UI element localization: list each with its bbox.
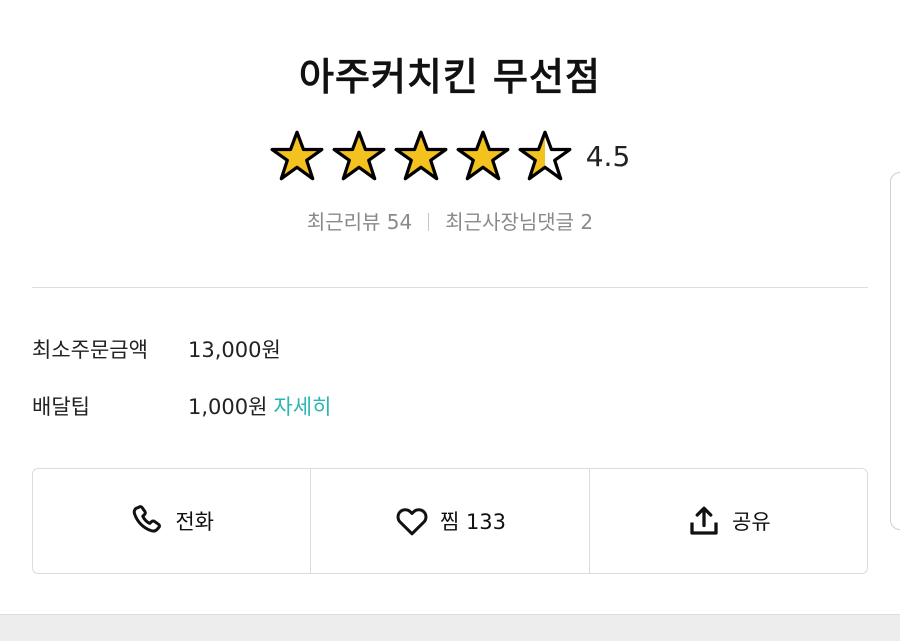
call-button[interactable]: 전화 (33, 469, 310, 573)
share-button[interactable]: 공유 (588, 469, 867, 573)
delivery-tip-label: 배달팁 (32, 395, 90, 419)
min-order-row: 최소주문금액 13,000원 (32, 334, 281, 364)
like-button[interactable]: 찜 133 (310, 469, 588, 573)
rating-value: 4.5 (585, 139, 631, 173)
delivery-tip-row: 배달팁 1,000원 자세히 (32, 391, 331, 421)
call-label: 전화 (175, 510, 214, 534)
side-scroll-edge[interactable] (890, 172, 900, 530)
star-icon (456, 130, 510, 181)
share-icon (690, 506, 718, 535)
phone-icon (133, 505, 162, 533)
like-label: 찜 133 (439, 510, 507, 534)
heart-icon (396, 508, 428, 536)
rating-row: 4.5 (0, 128, 900, 184)
store-title: 아주커치킨 무선점 (299, 55, 601, 99)
star-icon (270, 130, 324, 181)
delivery-tip-value: 1,000원 (188, 395, 268, 419)
store-header-card: 아주커치킨 무선점 4.5 최근리뷰 54 최근사장님댓글 2 최소주문금액 13,… (0, 0, 900, 614)
review-summary: 최근리뷰 54 최근사장님댓글 2 (0, 206, 900, 235)
section-divider (32, 287, 868, 288)
half-star-icon (518, 130, 572, 181)
bottom-strip (0, 614, 900, 641)
divider (428, 213, 430, 231)
action-bar: 전화 찜 133 공유 (32, 468, 868, 574)
owner-comments-link[interactable]: 최근사장님댓글 2 (445, 210, 593, 234)
share-label: 공유 (732, 510, 771, 534)
delivery-tip-detail-link[interactable]: 자세히 (273, 395, 331, 419)
min-order-value: 13,000원 (188, 338, 281, 362)
star-icon (394, 130, 448, 181)
min-order-label: 최소주문금액 (32, 338, 148, 362)
star-icon (332, 130, 386, 181)
recent-reviews-link[interactable]: 최근리뷰 54 (307, 210, 412, 234)
